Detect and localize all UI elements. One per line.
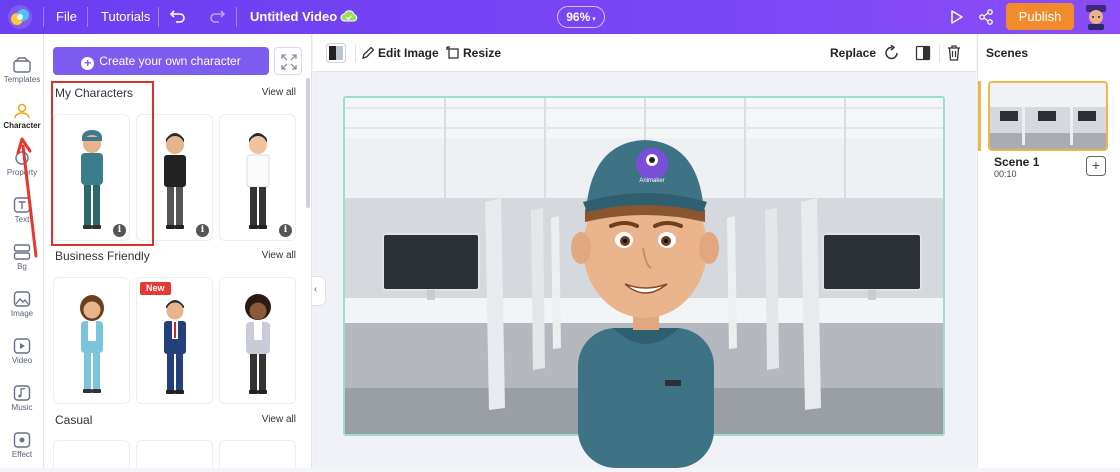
reset-icon[interactable] (884, 45, 900, 61)
divider (158, 7, 159, 27)
new-badge: New (140, 282, 171, 295)
templates-icon (13, 57, 31, 73)
share-icon[interactable] (978, 9, 994, 25)
divider (87, 7, 88, 27)
sidebar-label: Video (11, 356, 33, 365)
character-thumbnail (164, 300, 186, 394)
scene-thumbnail[interactable] (988, 81, 1108, 151)
sidebar-label: Bg (17, 262, 27, 271)
scene-illustration: Animaker (345, 98, 943, 468)
character-card[interactable] (53, 440, 130, 468)
character-thumbnail (80, 295, 104, 393)
character-card[interactable] (136, 440, 213, 468)
sidebar-item-music[interactable]: Music (0, 379, 44, 425)
cap-logo-text: Animaker (639, 178, 664, 184)
video-icon (13, 338, 31, 354)
sidebar-label: Music (11, 403, 33, 412)
play-preview-icon[interactable] (950, 9, 964, 25)
scene-selected-indicator (978, 81, 981, 151)
flip-icon[interactable] (915, 45, 931, 61)
scenes-title: Scenes (986, 46, 1029, 60)
file-menu[interactable]: File (56, 0, 77, 34)
character-panel: + Create your own character My Characters… (44, 34, 312, 468)
section-title-casual: Casual (55, 413, 93, 427)
color-swatch-icon[interactable] (326, 43, 346, 63)
view-all-casual[interactable]: View all (262, 414, 296, 425)
character-card[interactable]: New (136, 277, 213, 404)
section-title-business-friendly: Business Friendly (55, 249, 150, 263)
tutorials-menu[interactable]: Tutorials (101, 0, 150, 34)
tool-sidebar: Templates Character Property Text Bg Ima… (0, 34, 44, 468)
character-card[interactable]: i (219, 114, 296, 241)
add-scene-button[interactable]: + (1086, 156, 1106, 176)
app-logo-icon[interactable] (6, 3, 34, 31)
user-avatar[interactable] (1084, 4, 1108, 30)
cloud-saved-icon (340, 10, 358, 22)
project-title[interactable]: Untitled Video (250, 0, 337, 34)
resize-icon (446, 46, 459, 59)
sidebar-label: Image (10, 309, 34, 318)
scene-duration: 00:10 (994, 169, 1017, 179)
divider (939, 44, 940, 62)
character-thumbnail (245, 294, 271, 394)
chevron-left-icon: ‹ (314, 284, 318, 295)
pencil-icon (362, 46, 375, 59)
canvas-area: Animaker (313, 72, 976, 468)
view-all-business-friendly[interactable]: View all (262, 250, 296, 261)
zoom-value: 96% (566, 10, 591, 24)
sidebar-label: Templates (3, 75, 41, 84)
chevron-down-icon: ▾ (590, 16, 596, 23)
info-icon[interactable]: i (196, 224, 209, 237)
publish-button[interactable]: Publish (1006, 3, 1074, 30)
character-card[interactable] (53, 277, 130, 404)
view-all-my-characters[interactable]: View all (262, 87, 296, 98)
scene-preview (990, 83, 1106, 149)
resize-button[interactable]: Resize (463, 34, 501, 72)
undo-icon[interactable] (170, 9, 186, 23)
expand-icon (281, 54, 297, 70)
effect-icon (13, 432, 31, 448)
plus-icon: + (81, 57, 95, 70)
create-character-label: Create your own character (99, 54, 241, 68)
scene-name[interactable]: Scene 1 (994, 155, 1039, 169)
character-card[interactable] (219, 277, 296, 404)
annotation-highlight-box (51, 81, 154, 246)
expand-panel-button[interactable] (274, 47, 302, 75)
character-thumbnail (246, 133, 270, 229)
collapse-panel-button[interactable]: ‹ (312, 276, 326, 306)
top-bar: File Tutorials Untitled Video 96% ▾ Publ… (0, 0, 1120, 34)
sidebar-label: Character (3, 121, 41, 130)
annotation-arrow (16, 137, 38, 258)
sidebar-item-templates[interactable]: Templates (0, 51, 44, 97)
image-icon (13, 291, 31, 307)
create-character-button[interactable]: + Create your own character (53, 47, 269, 75)
edit-image-button[interactable]: Edit Image (378, 34, 439, 72)
redo-icon[interactable] (209, 9, 225, 23)
sidebar-label: Effect (11, 450, 33, 459)
panel-scrollbar[interactable] (306, 78, 310, 208)
zoom-dropdown[interactable]: 96% ▾ (557, 6, 605, 28)
sidebar-item-video[interactable]: Video (0, 332, 44, 378)
divider (236, 7, 237, 27)
scenes-panel: Scenes Scene 1 00:10 + (977, 34, 1120, 468)
sidebar-item-image[interactable]: Image (0, 285, 44, 331)
character-card[interactable] (219, 440, 296, 468)
divider (43, 7, 44, 27)
trash-icon[interactable] (947, 45, 961, 61)
replace-button[interactable]: Replace (830, 34, 876, 72)
editor-toolbar: Edit Image Resize Replace (313, 34, 976, 72)
music-icon (13, 385, 31, 401)
divider (355, 44, 356, 62)
sidebar-item-effect[interactable]: Effect (0, 426, 44, 472)
video-stage[interactable]: Animaker (343, 96, 945, 468)
character-icon (14, 103, 30, 119)
info-icon[interactable]: i (279, 224, 292, 237)
